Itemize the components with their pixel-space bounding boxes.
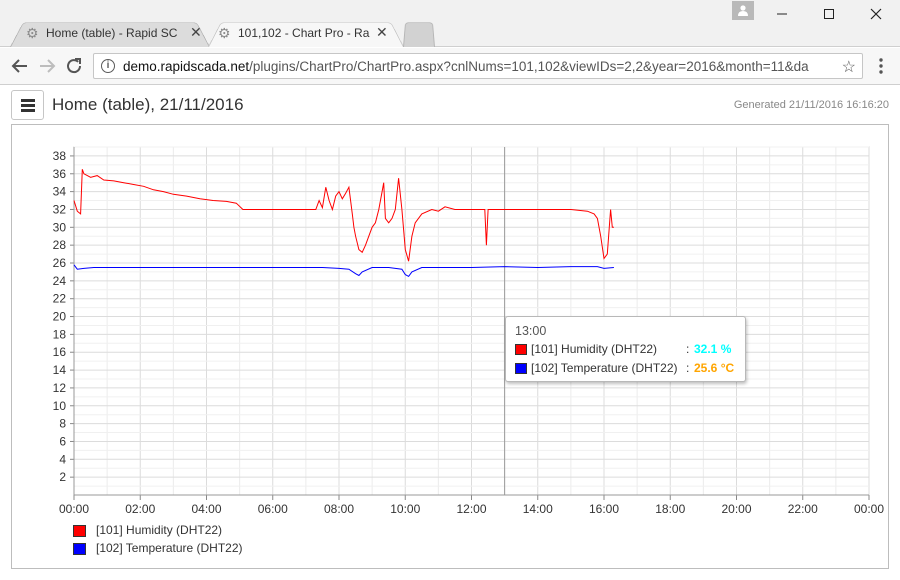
tooltip-series-name: [101] Humidity (DHT22): [531, 342, 658, 356]
url-host: demo.rapidscada.net: [123, 59, 250, 74]
x-tick-label: 02:00: [125, 502, 155, 516]
y-tick-label: 16: [53, 345, 67, 359]
close-window-button[interactable]: [856, 2, 896, 28]
y-tick-label: 14: [53, 363, 67, 377]
tooltip-separator: :: [686, 342, 690, 356]
y-tick-label: 30: [53, 220, 67, 234]
chart-tooltip: 13:00 [101] Humidity (DHT22) : 32.1 % [1…: [505, 316, 746, 382]
tooltip-value: 32.1 %: [694, 342, 732, 356]
series-color-swatch: [515, 344, 527, 355]
y-tick-label: 20: [53, 310, 67, 324]
page-header: Home (table), 21/11/2016 Generated 21/11…: [0, 86, 900, 124]
minimize-icon: [777, 13, 787, 15]
url-text: demo.rapidscada.net/plugins/ChartPro/Cha…: [123, 59, 833, 74]
reload-button[interactable]: [62, 54, 86, 78]
browser-menu-button[interactable]: [874, 57, 888, 75]
hamburger-icon: [21, 99, 35, 102]
x-tick-label: 04:00: [191, 502, 221, 516]
y-tick-label: 4: [59, 452, 66, 466]
close-tab-icon[interactable]: ✕: [190, 24, 202, 40]
series-color-swatch: [515, 363, 527, 374]
maximize-button[interactable]: [809, 2, 849, 28]
x-tick-label: 00:00: [59, 502, 89, 516]
y-tick-label: 34: [53, 185, 67, 199]
x-tick-label: 00:00: [854, 502, 884, 516]
x-tick-label: 22:00: [788, 502, 818, 516]
y-tick-label: 18: [53, 327, 67, 341]
legend-label: [101] Humidity (DHT22): [96, 523, 223, 537]
bookmark-star-icon[interactable]: ☆: [842, 57, 856, 77]
legend-swatch: [73, 543, 86, 555]
hamburger-icon: [21, 104, 35, 107]
y-tick-label: 6: [59, 434, 66, 448]
tooltip-value: 25.6 °C: [694, 361, 735, 375]
back-button[interactable]: [8, 54, 32, 78]
more-vert-icon: [879, 58, 883, 74]
y-tick-label: 24: [53, 274, 67, 288]
tooltip-series-name: [102] Temperature (DHT22): [531, 361, 678, 375]
reload-icon: [67, 58, 82, 74]
y-tick-label: 12: [53, 381, 67, 395]
forward-button[interactable]: [35, 54, 59, 78]
close-icon: [870, 8, 882, 20]
generated-timestamp: Generated 21/11/2016 16:16:20: [733, 99, 889, 111]
y-tick-label: 26: [53, 256, 67, 270]
x-tick-label: 08:00: [324, 502, 354, 516]
info-icon[interactable]: i: [101, 59, 115, 73]
new-tab-button[interactable]: [403, 18, 435, 47]
tab-title: Home (table) - Rapid SC: [46, 26, 178, 40]
address-bar[interactable]: i demo.rapidscada.net/plugins/ChartPro/C…: [93, 53, 863, 79]
y-tick-label: 22: [53, 292, 67, 306]
arrow-right-icon: [40, 59, 56, 73]
hamburger-icon: [21, 109, 35, 112]
x-tick-label: 14:00: [523, 502, 553, 516]
tab-chart-pro[interactable]: ⚙ 101,102 - Chart Pro - Ra ✕: [208, 18, 404, 47]
url-path: /plugins/ChartPro/ChartPro.aspx?cnlNums=…: [249, 59, 809, 74]
y-tick-label: 32: [53, 202, 67, 216]
minimize-button[interactable]: [762, 2, 802, 28]
x-tick-label: 16:00: [589, 502, 619, 516]
gear-icon: ⚙: [26, 25, 39, 41]
gear-icon: ⚙: [218, 25, 231, 41]
x-tick-label: 20:00: [721, 502, 751, 516]
y-tick-label: 2: [59, 470, 66, 484]
browser-toolbar: i demo.rapidscada.net/plugins/ChartPro/C…: [0, 48, 900, 85]
x-tick-label: 10:00: [390, 502, 420, 516]
y-tick-label: 36: [53, 167, 67, 181]
tooltip-time: 13:00: [515, 324, 547, 338]
maximize-icon: [824, 9, 834, 19]
title-bar: ⚙ Home (table) - Rapid SC ✕ ⚙ 101,102 - …: [0, 0, 900, 47]
user-icon: [738, 5, 748, 16]
y-tick-label: 8: [59, 417, 66, 431]
x-tick-label: 18:00: [655, 502, 685, 516]
tab-title: 101,102 - Chart Pro - Ra: [238, 26, 370, 40]
menu-button[interactable]: [11, 90, 44, 120]
x-tick-label: 12:00: [456, 502, 486, 516]
page-title: Home (table), 21/11/2016: [52, 95, 244, 114]
y-tick-label: 28: [53, 238, 67, 252]
legend-label: [102] Temperature (DHT22): [96, 541, 243, 555]
line-chart[interactable]: 246810121416182022242628303234363800:00 0…: [12, 125, 890, 570]
arrow-left-icon: [11, 59, 27, 73]
user-profile-button[interactable]: [732, 1, 754, 20]
close-tab-icon[interactable]: ✕: [376, 24, 388, 40]
y-tick-label: 10: [53, 399, 67, 413]
tooltip-separator: :: [686, 361, 690, 375]
legend-swatch: [73, 525, 86, 537]
chart-panel: 2 4 6 8 10 12 14 16 18 20 22 24 26 28 30 32 34 36 38 00:00 0…: [11, 124, 889, 569]
x-tick-label: 06:00: [258, 502, 288, 516]
tab-home-table[interactable]: ⚙ Home (table) - Rapid SC ✕: [10, 18, 210, 47]
y-tick-label: 38: [53, 149, 67, 163]
